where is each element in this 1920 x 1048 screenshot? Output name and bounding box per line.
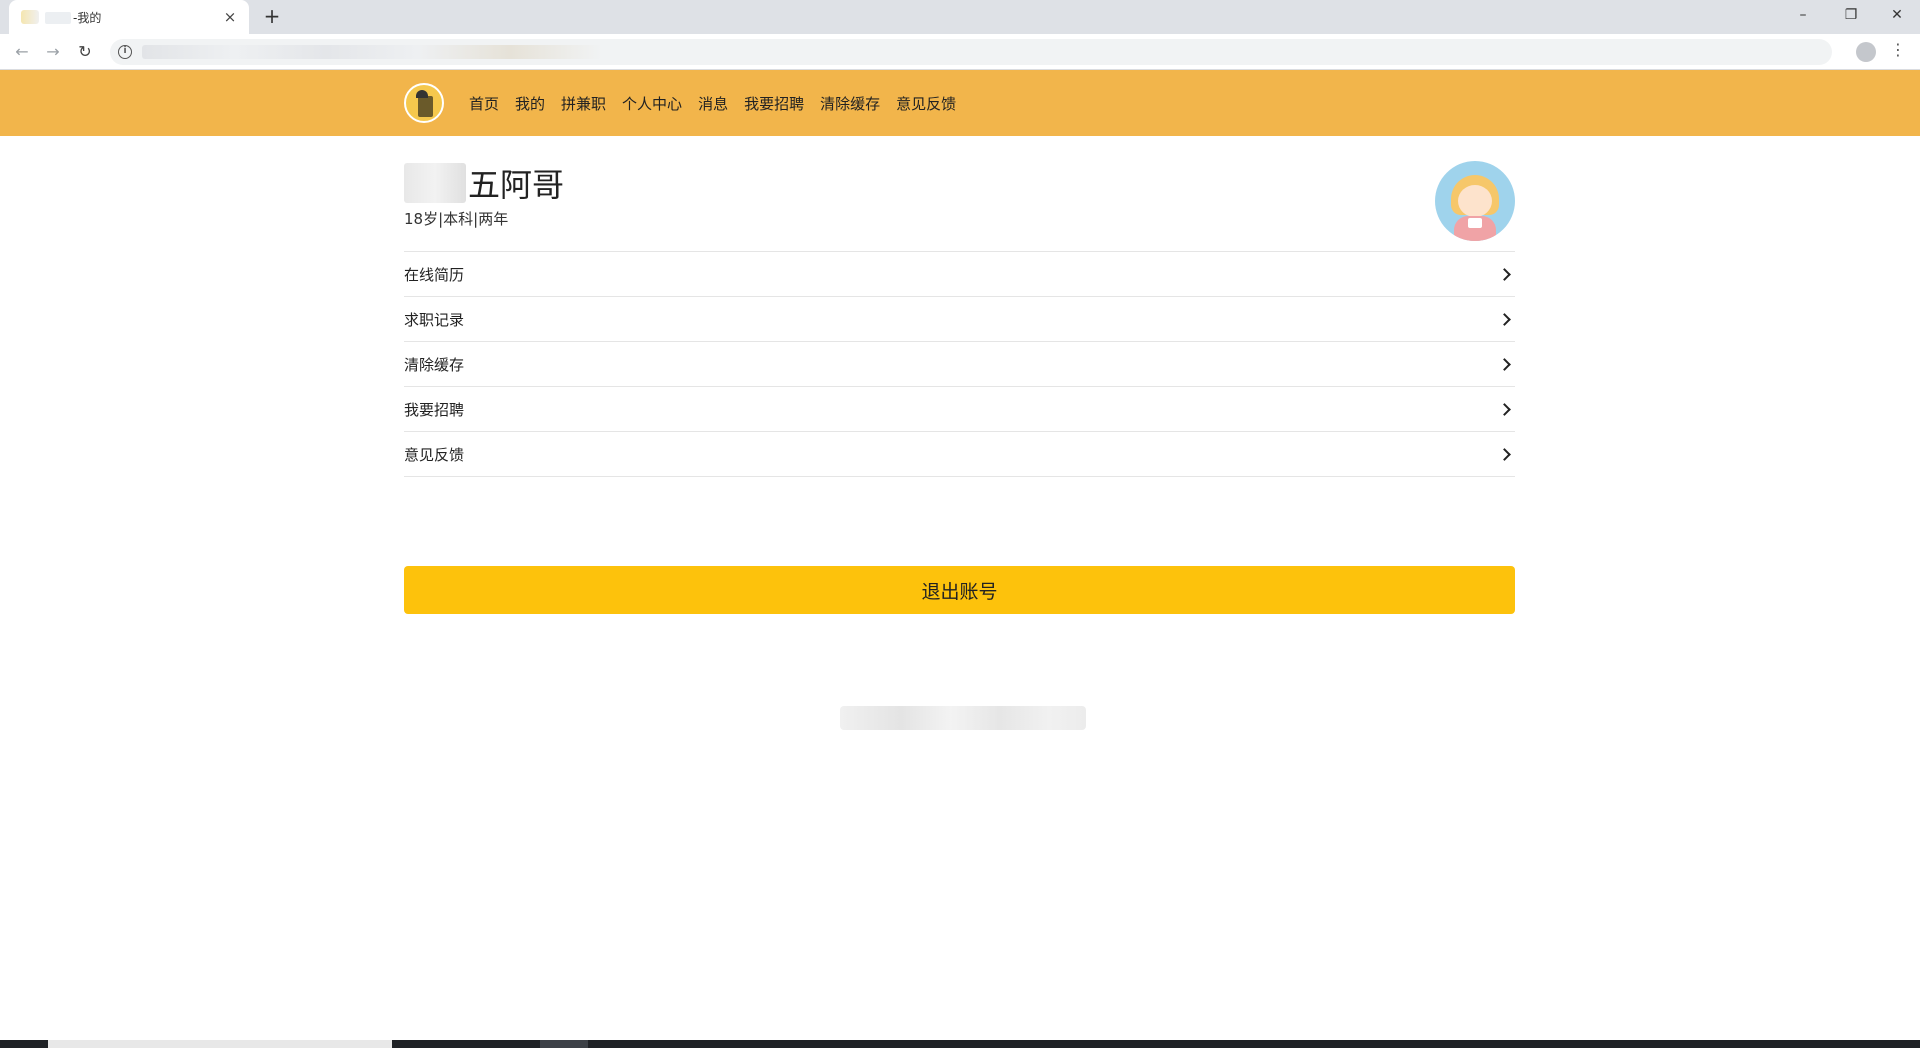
redacted-text: [45, 12, 71, 24]
site-header: 首页 我的 拼兼职 个人中心 消息 我要招聘 清除缓存 意见反馈: [0, 70, 1920, 136]
nav-item-mine[interactable]: 我的: [515, 93, 545, 114]
taskbar-app-button[interactable]: [540, 1040, 588, 1048]
menu-item-feedback[interactable]: 意见反馈: [404, 432, 1515, 477]
chevron-right-icon: [1498, 267, 1511, 281]
avatar-face: [1458, 185, 1492, 217]
nav-item-clear-cache[interactable]: 清除缓存: [820, 93, 880, 114]
window-close-button[interactable]: ✕: [1874, 0, 1920, 30]
site-favicon-icon: [21, 10, 39, 24]
nav-item-home[interactable]: 首页: [469, 93, 499, 114]
logout-button[interactable]: 退出账号: [404, 566, 1515, 614]
redacted-footer-text: [840, 706, 1086, 730]
chevron-right-icon: [1498, 402, 1511, 416]
reload-icon[interactable]: ↻: [73, 40, 97, 64]
tab-title: -我的: [45, 9, 221, 26]
close-tab-icon[interactable]: ×: [221, 8, 239, 26]
main-nav: 首页 我的 拼兼职 个人中心 消息 我要招聘 清除缓存 意见反馈: [469, 70, 972, 136]
menu-item-label: 我要招聘: [404, 400, 465, 419]
chevron-right-icon: [1498, 312, 1511, 326]
nav-item-part-time[interactable]: 拼兼职: [561, 93, 606, 114]
avatar[interactable]: [1435, 161, 1515, 241]
browser-profile-icon[interactable]: [1856, 42, 1876, 62]
profile-name-text: 五阿哥: [468, 166, 565, 204]
chevron-right-icon: [1498, 357, 1511, 371]
browser-tab-active[interactable]: -我的 ×: [9, 0, 249, 34]
browser-tabstrip: -我的 × + – ❐ ✕: [0, 0, 1920, 34]
menu-item-label: 求职记录: [404, 310, 465, 329]
back-arrow-icon[interactable]: ←: [10, 40, 34, 64]
site-logo-icon[interactable]: [404, 83, 444, 123]
window-maximize-button[interactable]: ❐: [1828, 0, 1874, 30]
window-minimize-button[interactable]: –: [1780, 0, 1826, 30]
nav-item-personal-center[interactable]: 个人中心: [622, 93, 682, 114]
redacted-name-prefix: [404, 163, 466, 203]
nav-item-messages[interactable]: 消息: [698, 93, 728, 114]
menu-item-label: 意见反馈: [404, 445, 465, 464]
menu-item-job-history[interactable]: 求职记录: [404, 297, 1515, 342]
new-tab-button[interactable]: +: [260, 5, 284, 29]
browser-menu-icon[interactable]: ⋮: [1890, 40, 1906, 59]
menu-item-clear-cache[interactable]: 清除缓存: [404, 342, 1515, 387]
taskbar-search-box[interactable]: [48, 1040, 392, 1048]
site-info-icon[interactable]: i: [118, 45, 132, 59]
avatar-collar: [1468, 218, 1482, 228]
menu-item-label: 清除缓存: [404, 355, 465, 374]
profile-meta: 18岁|本科|两年: [404, 210, 509, 228]
address-bar[interactable]: i ☆: [110, 39, 1832, 65]
browser-toolbar: ← → ↻ i ☆: [0, 34, 1920, 70]
menu-item-online-resume[interactable]: 在线简历: [404, 252, 1515, 297]
menu-item-label: 在线简历: [404, 265, 465, 284]
profile-name: 五阿哥: [404, 160, 564, 206]
chevron-right-icon: [1498, 447, 1511, 461]
os-taskbar: [0, 1040, 1920, 1048]
profile-menu-list: 在线简历 求职记录 清除缓存 我要招聘 意见反馈: [404, 251, 1515, 477]
forward-arrow-icon[interactable]: →: [41, 40, 65, 64]
menu-item-recruit[interactable]: 我要招聘: [404, 387, 1515, 432]
nav-item-feedback[interactable]: 意见反馈: [896, 93, 956, 114]
redacted-url: [142, 45, 602, 59]
nav-item-recruit[interactable]: 我要招聘: [744, 93, 804, 114]
